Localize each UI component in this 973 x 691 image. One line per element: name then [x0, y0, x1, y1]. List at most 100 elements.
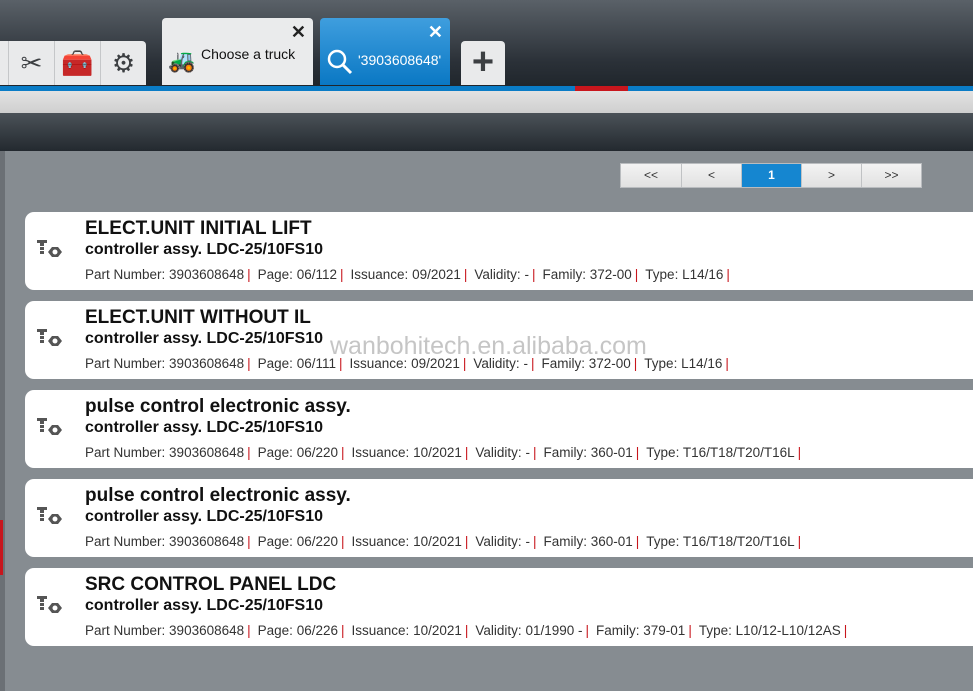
search-icon [326, 48, 354, 82]
part-label: Part Number: [85, 534, 166, 549]
part-value: 3903608648 [169, 623, 245, 638]
family-value: 360-01 [590, 534, 633, 549]
result-title[interactable]: ELECT.UNIT INITIAL LIFT [85, 218, 312, 240]
issuance-label: Issuance: [351, 623, 410, 638]
result-card[interactable]: SRC CONTROL PANEL LDC controller assy. L… [25, 568, 973, 646]
page-label: Page: [257, 267, 293, 282]
toolbar: ✂ 🧰 ⚙ [0, 41, 146, 85]
validity-value: - [525, 445, 530, 460]
result-subtitle: controller assy. LDC-25/10FS10 [85, 241, 324, 258]
result-title[interactable]: pulse control electronic assy. [85, 485, 351, 507]
separator: | [585, 623, 590, 638]
separator: | [635, 534, 640, 549]
left-red-marker [0, 520, 3, 575]
family-value: 360-01 [590, 445, 633, 460]
separator: | [341, 623, 345, 638]
page-1-button[interactable]: 1 [741, 164, 801, 187]
separator: | [462, 356, 467, 371]
separator: | [464, 534, 469, 549]
type-value: L14/16 [682, 267, 724, 282]
separator: | [247, 267, 251, 282]
bolt-nut-icon [35, 503, 63, 531]
close-icon[interactable]: ✕ [428, 22, 443, 43]
separator: | [726, 267, 730, 282]
part-label: Part Number: [85, 267, 166, 282]
next-page-button[interactable]: > [801, 164, 861, 187]
family-label: Family: [543, 445, 587, 460]
type-label: Type: [644, 356, 678, 371]
close-icon[interactable]: ✕ [291, 22, 306, 43]
part-value: 3903608648 [169, 267, 245, 282]
separator: | [341, 534, 345, 549]
settings-button[interactable]: ⚙ [100, 41, 146, 85]
validity-value: - [523, 356, 528, 371]
separator: | [463, 267, 468, 282]
prev-page-button[interactable]: < [681, 164, 741, 187]
result-subtitle: controller assy. LDC-25/10FS10 [85, 419, 324, 436]
separator: | [532, 534, 537, 549]
result-card[interactable]: ELECT.UNIT WITHOUT IL controller assy. L… [25, 301, 973, 379]
part-label: Part Number: [85, 445, 166, 460]
type-value: L14/16 [681, 356, 723, 371]
part-value: 3903608648 [169, 356, 245, 371]
page-value: 06/220 [296, 445, 338, 460]
issuance-value: 10/2021 [413, 623, 462, 638]
family-value: 372-00 [588, 356, 631, 371]
family-label: Family: [542, 267, 586, 282]
result-meta: Part Number: 3903608648 | Page: 06/226 | Iss… [85, 623, 854, 638]
last-page-button[interactable]: >> [861, 164, 921, 187]
left-strip [0, 151, 5, 691]
separator: | [340, 267, 344, 282]
result-card[interactable]: pulse control electronic assy. controlle… [25, 479, 973, 557]
separator: | [247, 534, 251, 549]
part-value: 3903608648 [169, 445, 245, 460]
result-title[interactable]: SRC CONTROL PANEL LDC [85, 574, 336, 596]
issuance-value: 09/2021 [412, 267, 461, 282]
page-label: Page: [257, 534, 293, 549]
result-meta: Part Number: 3903608648 | Page: 06/112 | Iss… [85, 267, 737, 282]
forklift-icon: 🚜 [168, 48, 196, 73]
separator: | [797, 534, 802, 549]
first-page-button[interactable]: << [621, 164, 681, 187]
tab-search-result[interactable]: '3903608648' ✕ [320, 18, 450, 85]
separator: | [464, 445, 469, 460]
separator: | [725, 356, 729, 371]
header-band [0, 113, 973, 151]
result-card[interactable]: pulse control electronic assy. controlle… [25, 390, 973, 468]
separator: | [634, 267, 639, 282]
type-value: T16/T18/T20/T16L [682, 445, 795, 460]
toolbox-button[interactable]: 🧰 [54, 41, 100, 85]
page-label: Page: [257, 623, 293, 638]
part-label: Part Number: [85, 623, 166, 638]
page-value: 06/220 [296, 534, 338, 549]
type-label: Type: [645, 267, 679, 282]
result-title[interactable]: pulse control electronic assy. [85, 396, 351, 418]
bolt-nut-icon [35, 592, 63, 620]
separator: | [688, 623, 692, 638]
separator: | [341, 445, 345, 460]
validity-label: Validity: [474, 267, 521, 282]
tools-button[interactable]: ✂ [8, 41, 54, 85]
result-subtitle: controller assy. LDC-25/10FS10 [85, 330, 324, 347]
result-meta: Part Number: 3903608648 | Page: 06/220 | Iss… [85, 534, 808, 549]
add-tab-button[interactable]: + [461, 41, 505, 85]
separator: | [531, 267, 536, 282]
tools-icon: ✂ [20, 47, 43, 78]
pagination: << < 1 > >> [620, 163, 922, 188]
result-title[interactable]: ELECT.UNIT WITHOUT IL [85, 307, 311, 329]
type-value: T16/T18/T20/T16L [682, 534, 795, 549]
bolt-nut-icon [35, 236, 63, 264]
validity-value: - [525, 534, 530, 549]
separator: | [530, 356, 535, 371]
validity-label: Validity: [473, 356, 520, 371]
bolt-nut-icon [35, 325, 63, 353]
result-card[interactable]: ELECT.UNIT INITIAL LIFT controller assy.… [25, 212, 973, 290]
family-label: Family: [596, 623, 640, 638]
tab-choose-truck[interactable]: 🚜 Choose a truck ✕ [162, 18, 313, 85]
issuance-label: Issuance: [351, 534, 410, 549]
family-label: Family: [543, 534, 587, 549]
separator: | [843, 623, 848, 638]
validity-label: Validity: [475, 534, 522, 549]
separator: | [339, 356, 343, 371]
issuance-value: 10/2021 [413, 445, 462, 460]
